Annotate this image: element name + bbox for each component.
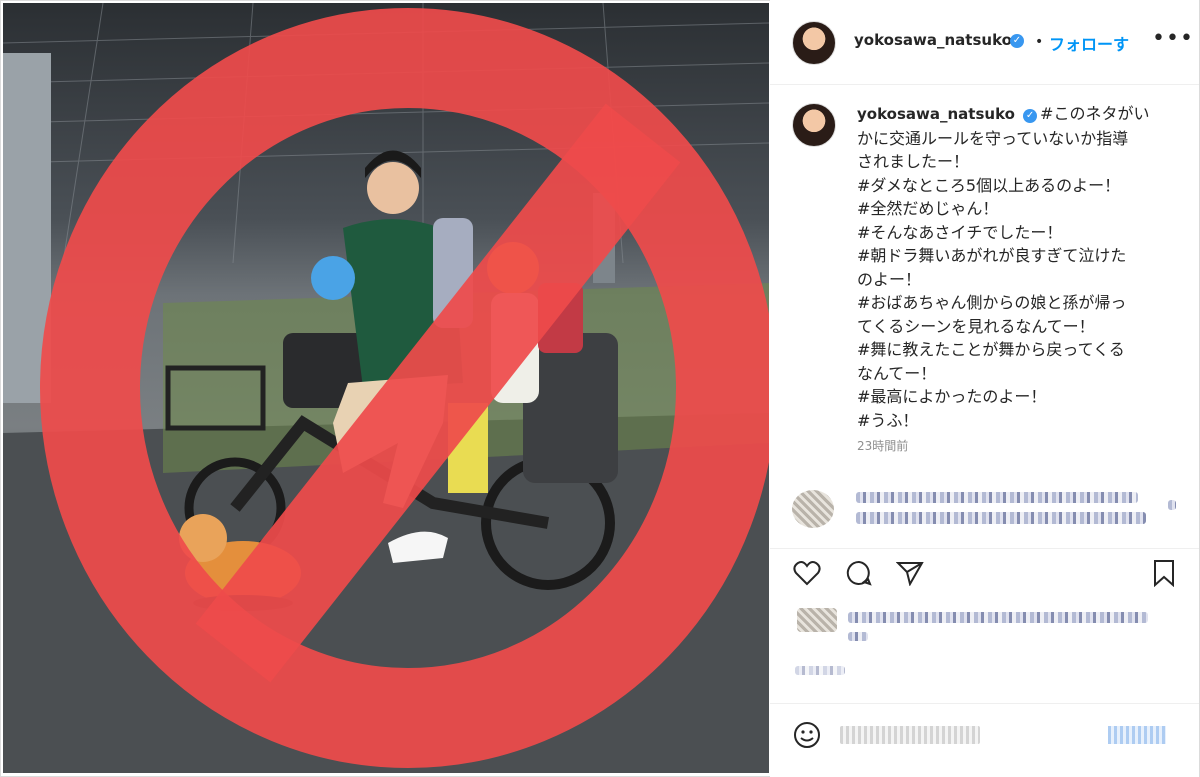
caption-line: のよー！ xyxy=(857,269,922,289)
caption-line: #全然だめじゃん！ xyxy=(857,199,999,218)
avatar[interactable] xyxy=(792,21,836,65)
photo-illustration xyxy=(3,3,769,773)
blurred-comment-text xyxy=(856,512,1146,524)
comment-like-icon[interactable] xyxy=(1168,500,1176,510)
caption-line: #このネタがい xyxy=(1040,104,1150,123)
heart-icon[interactable] xyxy=(793,560,821,586)
caption-timestamp: 23時間前 xyxy=(857,439,909,453)
verified-badge-icon: ✓ xyxy=(1010,34,1024,48)
bookmark-icon[interactable] xyxy=(1152,559,1176,587)
follow-button[interactable]: フォローす xyxy=(1049,31,1129,55)
liked-by-avatars[interactable] xyxy=(797,608,837,632)
comment-input[interactable] xyxy=(840,726,980,744)
blurred-comment-text xyxy=(856,492,1138,503)
caption-line: #おばあちゃん側からの娘と孫が帰っ xyxy=(857,293,1127,312)
caption-username-link[interactable]: yokosawa_natsuko xyxy=(857,105,1015,123)
username-link[interactable]: yokosawa_natsuko xyxy=(854,31,1012,49)
caption-line: てくるシーンを見れるなんてー！ xyxy=(857,316,1095,336)
comment-avatar[interactable] xyxy=(792,490,834,528)
post-sidebar: yokosawa_natsuko ✓ • フォローす ••• yokosawa_… xyxy=(770,0,1199,777)
blurred-liked-by-text xyxy=(848,612,1148,623)
post-header: yokosawa_natsuko ✓ • フォローす ••• xyxy=(770,0,1199,85)
caption-line: #最高によかったのよー！ xyxy=(857,387,1047,406)
caption-line: #ダメなところ5個以上あるのよー！ xyxy=(857,175,1121,195)
caption-line: かに交通ルールを守っていないか指導 xyxy=(857,128,1129,148)
caption-line: #そんなあさイチでしたー！ xyxy=(857,222,1063,242)
caption-line: #舞に教えたことが舞から戻ってくる xyxy=(857,340,1125,359)
more-options-icon[interactable]: ••• xyxy=(1152,26,1194,51)
comment-icon[interactable] xyxy=(845,559,873,587)
post-comment-button[interactable] xyxy=(1108,726,1166,744)
blurred-liked-by-text xyxy=(848,632,868,641)
verified-badge-icon: ✓ xyxy=(1023,109,1038,123)
separator-dot: • xyxy=(1035,34,1044,50)
divider xyxy=(770,548,1199,549)
caption-line: #うふ！ xyxy=(857,410,919,430)
caption-line: #朝ドラ舞いあがれが良すぎて泣けた xyxy=(857,246,1127,265)
emoji-icon[interactable] xyxy=(792,720,822,750)
caption-line: なんてー！ xyxy=(857,363,937,383)
caption: yokosawa_natsuko ✓ #このネタがい かに交通ルールを守っていない… xyxy=(857,102,1157,432)
share-icon[interactable] xyxy=(896,560,924,586)
divider xyxy=(770,703,1199,704)
blurred-post-date xyxy=(795,666,845,675)
caption-avatar[interactable] xyxy=(792,103,836,147)
caption-line: されましたー！ xyxy=(857,152,970,171)
post-photo[interactable] xyxy=(3,3,769,773)
